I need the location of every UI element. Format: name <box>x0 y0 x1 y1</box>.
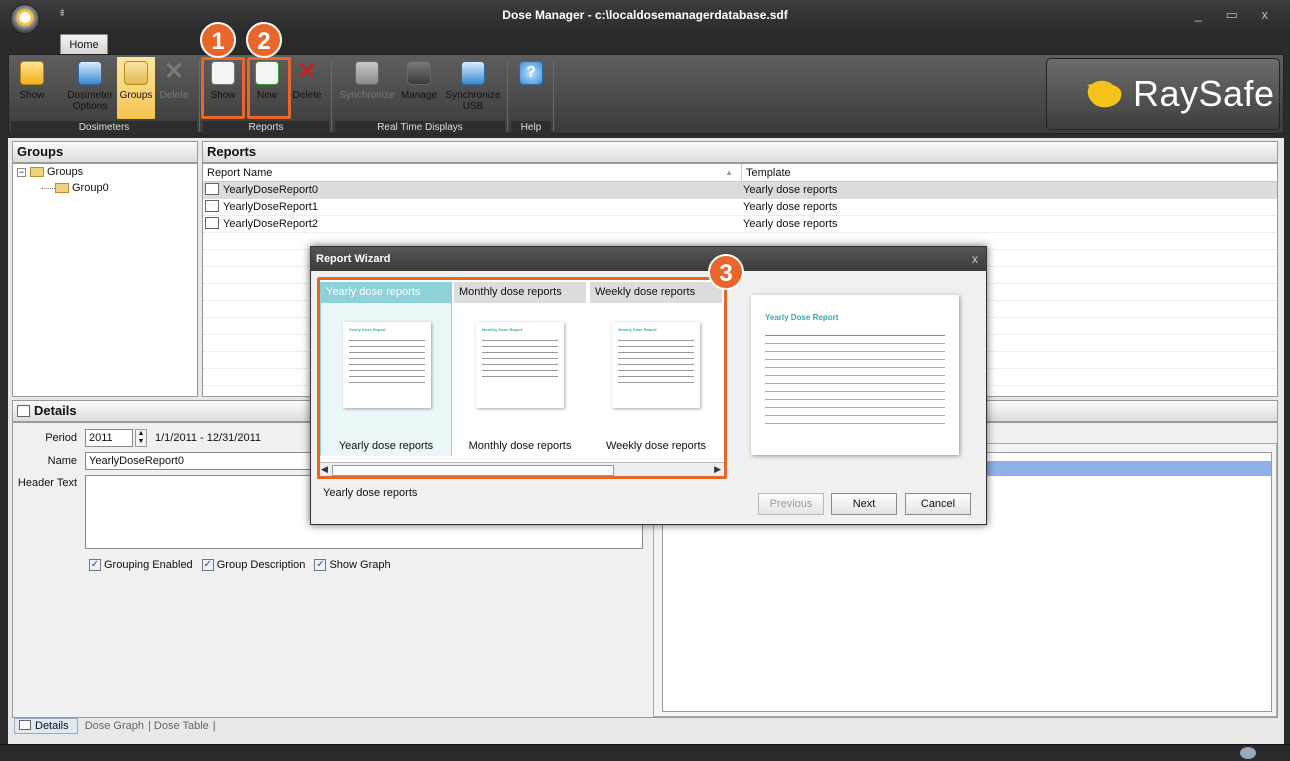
check-icon: ✓ <box>314 559 327 572</box>
folder-icon <box>124 61 148 85</box>
dosimeters-show-button[interactable]: Show <box>13 61 51 119</box>
raysafe-bird-icon <box>1087 80 1122 108</box>
details-icon <box>19 720 31 731</box>
synchronize-icon <box>355 61 379 85</box>
status-indicator-icon <box>1240 747 1256 759</box>
options-row: ✓ Grouping Enabled ✓ Group Description ✓ Sh… <box>89 559 391 572</box>
group-label-help: Help <box>511 121 551 134</box>
preview-title: Yearly Dose Report <box>765 313 839 322</box>
highlight-report-new <box>247 57 291 119</box>
report-delete-button[interactable]: ✕ Delete <box>289 58 325 119</box>
ribbon-separator <box>331 59 332 131</box>
table-row[interactable]: YearlyDoseReport1 Yearly dose reports <box>203 199 1277 216</box>
window-controls[interactable]: _ ▭ x <box>1195 7 1278 23</box>
help-button[interactable]: ? <box>513 61 549 119</box>
annotation-badge-2: 2 <box>246 22 282 58</box>
report-icon <box>205 200 219 213</box>
folder-icon <box>55 183 69 194</box>
tab-dose-table[interactable]: Dose Table <box>154 720 209 732</box>
cancel-button[interactable]: Cancel <box>905 493 971 515</box>
dosimeter-options-icon <box>78 61 102 85</box>
usb-sync-icon <box>461 61 485 85</box>
grouping-enabled-checkbox[interactable]: ✓ Grouping Enabled <box>89 559 193 572</box>
synchronize-button[interactable]: Synchronize <box>337 61 397 119</box>
group-description-checkbox[interactable]: ✓ Group Description <box>201 559 305 572</box>
period-label: Period <box>45 432 77 444</box>
check-icon: ✓ <box>89 559 101 572</box>
raysafe-logo: RaySafe <box>1046 58 1280 130</box>
title-bar: ⇟ Dose Manager - c:\localdosemanagerdata… <box>0 0 1290 34</box>
previous-button[interactable]: Previous <box>758 493 824 515</box>
delete-icon: ✕ <box>296 58 318 85</box>
manage-button[interactable]: Manage <box>397 61 441 119</box>
tab-dose-graph[interactable]: Dose Graph <box>85 720 144 732</box>
ribbon-separator <box>199 59 200 131</box>
collapse-icon[interactable]: − <box>17 168 26 177</box>
close-icon[interactable]: x <box>972 247 978 271</box>
ribbon-separator <box>507 59 508 131</box>
template-preview: Yearly Dose Report <box>751 295 959 455</box>
dosimeter-icon <box>20 61 44 85</box>
column-header-template[interactable]: Template <box>741 164 1277 182</box>
check-icon: ✓ <box>201 559 214 572</box>
tree-node-group0[interactable]: Group0 <box>41 182 109 194</box>
next-button[interactable]: Next <box>831 493 897 515</box>
column-header-report-name[interactable]: Report Name ▲ <box>203 164 741 182</box>
report-icon <box>205 183 219 196</box>
folder-icon <box>30 167 44 178</box>
window-title: Dose Manager - c:\localdosemanagerdataba… <box>502 8 788 22</box>
ribbon-separator <box>553 59 554 131</box>
group-label-reports: Reports <box>203 121 329 134</box>
group-label-realtime: Real Time Displays <box>335 121 505 134</box>
show-graph-checkbox[interactable]: ✓ Show Graph <box>314 559 391 572</box>
groups-pane-title: Groups <box>12 141 198 163</box>
status-bar <box>0 744 1290 761</box>
name-label: Name <box>47 455 77 467</box>
annotation-badge-1: 1 <box>200 22 236 58</box>
table-row[interactable]: YearlyDoseReport0 Yearly dose reports <box>203 182 1277 199</box>
tab-details[interactable]: Details <box>14 718 78 734</box>
bottom-tabs: Details Dose Graph | Dose Table | <box>14 718 216 734</box>
tab-home[interactable]: Home <box>60 34 108 55</box>
details-icon <box>17 404 30 417</box>
reports-pane-title: Reports <box>202 141 1278 163</box>
highlight-report-show <box>201 57 245 119</box>
group-label-dosimeters: Dosimeters <box>11 121 197 134</box>
groups-button[interactable]: Groups <box>117 57 155 119</box>
dosimeters-delete-button[interactable]: ✕ Delete <box>157 58 191 119</box>
table-row[interactable]: YearlyDoseReport2 Yearly dose reports <box>203 216 1277 233</box>
period-stepper[interactable]: ▲ ▼ <box>135 429 147 447</box>
synchronize-usb-button[interactable]: Synchronize USB <box>443 61 503 119</box>
report-icon <box>205 217 219 230</box>
wizard-title: Report Wizard <box>311 247 986 271</box>
period-input[interactable]: 2011 <box>85 429 133 447</box>
dosimeter-options-button[interactable]: Dosimeter Options <box>65 61 115 119</box>
template-description: Yearly dose reports <box>323 487 418 499</box>
sort-arrow-icon: ▲ <box>725 168 733 177</box>
period-range: 1/1/2011 - 12/31/2011 <box>155 432 262 444</box>
display-icon <box>407 61 431 85</box>
groups-tree: − Groups Group0 <box>12 163 198 397</box>
tree-line <box>41 187 55 189</box>
report-wizard-dialog: Report Wizard x Yearly dose reports Year… <box>310 246 987 525</box>
tree-node-groups[interactable]: − Groups <box>17 166 83 178</box>
help-icon: ? <box>519 61 543 85</box>
highlight-template-list <box>317 277 727 479</box>
name-input[interactable]: YearlyDoseReport0 <box>85 452 315 470</box>
header-text-label: Header Text <box>17 477 77 489</box>
logo-text: RaySafe <box>1133 73 1275 114</box>
annotation-badge-3: 3 <box>708 254 744 290</box>
delete-icon: ✕ <box>163 58 185 85</box>
